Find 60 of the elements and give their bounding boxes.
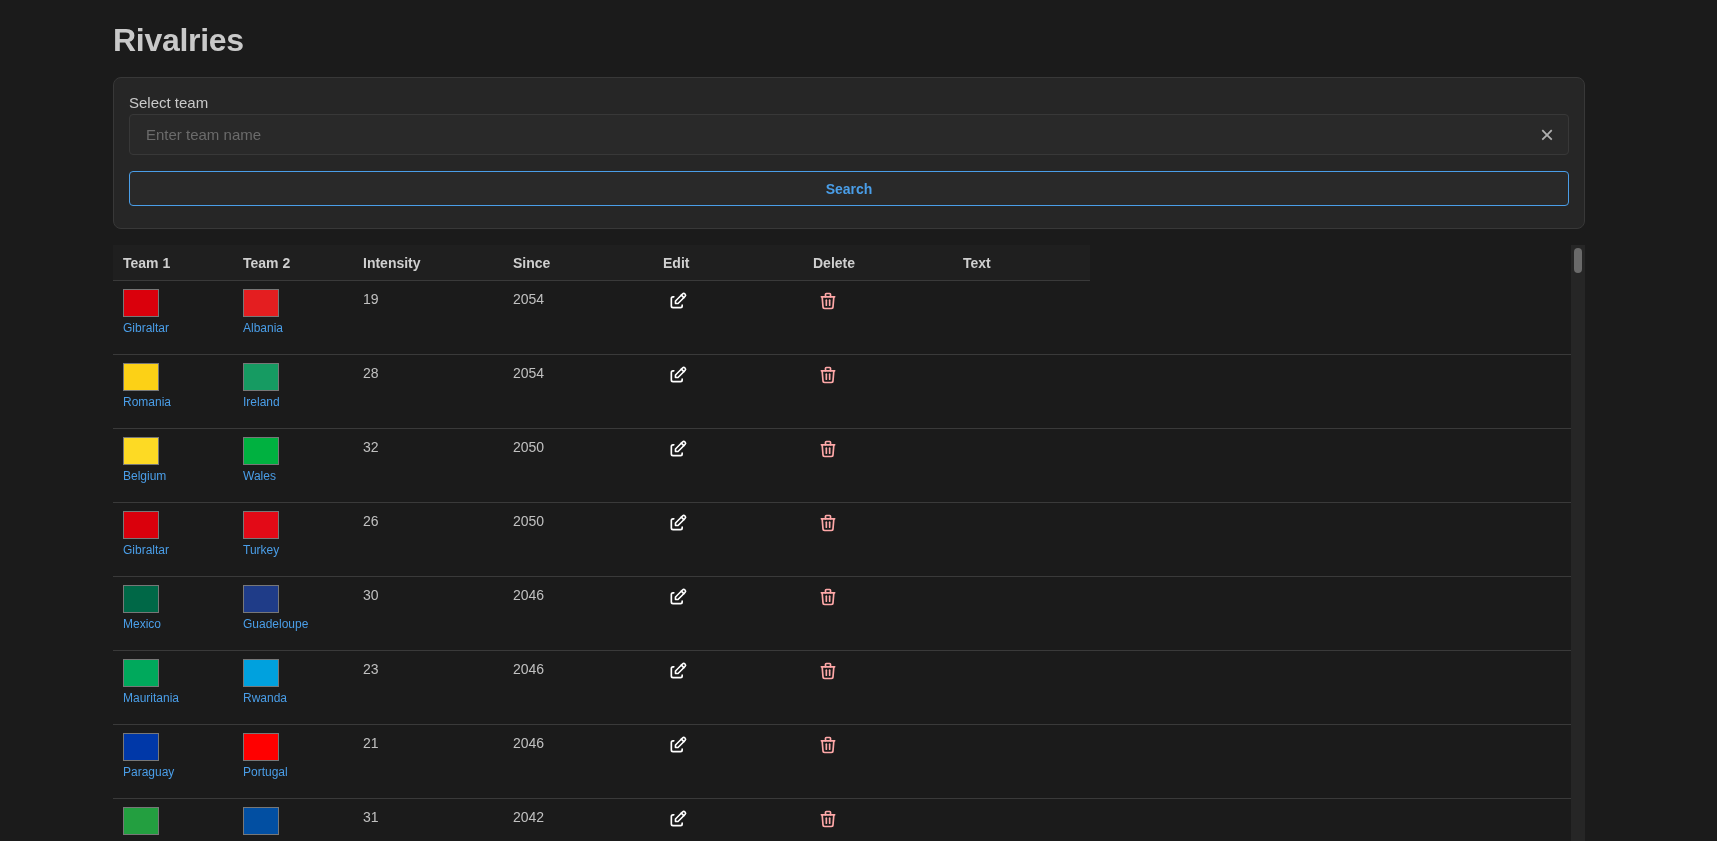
trash-icon[interactable]: [818, 587, 838, 607]
since-value: 2050: [513, 439, 545, 455]
team-link[interactable]: Rwanda: [243, 691, 288, 705]
trash-icon[interactable]: [818, 365, 838, 385]
intensity-value: 31: [363, 809, 379, 825]
team-link[interactable]: Gibraltar: [123, 321, 169, 335]
since-value: 2054: [513, 291, 545, 307]
search-button[interactable]: Search: [129, 171, 1569, 206]
team-input-field[interactable]: Enter team name ×: [129, 114, 1569, 155]
intensity-value: 26: [363, 513, 379, 529]
team-link[interactable]: Mexico: [123, 617, 161, 631]
column-header: Team 1: [122, 254, 172, 271]
edit-icon[interactable]: [668, 291, 688, 311]
trash-icon[interactable]: [818, 809, 838, 829]
since-value: 2042: [513, 809, 545, 825]
team-link[interactable]: Romania: [123, 395, 172, 409]
team-link[interactable]: Guadeloupe: [243, 617, 309, 631]
intensity-value: 19: [363, 291, 379, 307]
team-link[interactable]: Turkey: [243, 543, 280, 557]
trash-icon[interactable]: [818, 439, 838, 459]
team-link[interactable]: Portugal: [243, 765, 288, 779]
trash-icon[interactable]: [818, 661, 838, 681]
team-link[interactable]: Belgium: [123, 469, 167, 483]
since-value: 2050: [513, 513, 545, 529]
since-value: 2046: [513, 661, 545, 677]
edit-icon[interactable]: [668, 587, 688, 607]
team-link[interactable]: Gibraltar: [123, 543, 169, 557]
since-value: 2046: [513, 587, 545, 603]
trash-icon[interactable]: [818, 735, 838, 755]
column-header: Text: [962, 254, 992, 271]
column-header: Delete: [812, 254, 857, 271]
column-header: Intensity: [362, 254, 422, 271]
intensity-value: 28: [363, 365, 379, 381]
since-value: 2054: [513, 365, 545, 381]
team-link[interactable]: Albania: [243, 321, 284, 335]
intensity-value: 23: [363, 661, 379, 677]
trash-icon[interactable]: [818, 513, 838, 533]
edit-icon[interactable]: [668, 809, 688, 829]
intensity-value: 21: [363, 735, 379, 751]
intensity-value: 30: [363, 587, 379, 603]
trash-icon[interactable]: [818, 291, 838, 311]
scrollbar[interactable]: [1571, 245, 1585, 841]
edit-icon[interactable]: [668, 365, 688, 385]
team-link[interactable]: Paraguay: [123, 765, 175, 779]
page-title: Rivalries: [113, 21, 245, 60]
team-link[interactable]: Mauritania: [123, 691, 180, 705]
edit-icon[interactable]: [668, 735, 688, 755]
column-header: Edit: [662, 254, 691, 271]
since-value: 2046: [513, 735, 545, 751]
edit-icon[interactable]: [668, 513, 688, 533]
edit-icon[interactable]: [668, 439, 688, 459]
field-label: Select team: [129, 94, 210, 111]
column-header: Team 2: [242, 254, 292, 271]
scrollbar-thumb[interactable]: [1574, 248, 1582, 273]
column-header: Since: [512, 254, 552, 271]
team-link[interactable]: Wales: [243, 469, 276, 483]
close-icon[interactable]: ×: [1540, 122, 1554, 147]
edit-icon[interactable]: [668, 661, 688, 681]
team-link[interactable]: Ireland: [243, 395, 280, 409]
intensity-value: 32: [363, 439, 379, 455]
